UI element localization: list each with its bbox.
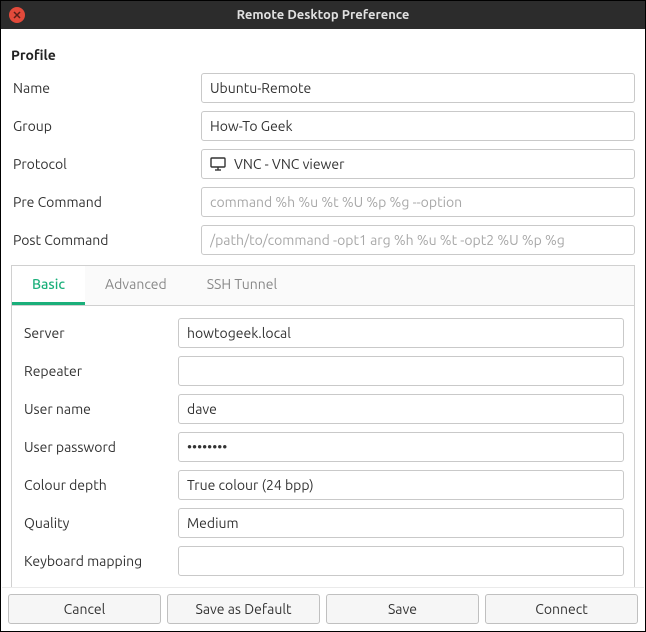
connect-button[interactable]: Connect bbox=[485, 594, 638, 624]
quality-label: Quality bbox=[22, 515, 178, 531]
keyboard-mapping-input[interactable] bbox=[178, 546, 624, 576]
profile-heading: Profile bbox=[11, 47, 635, 63]
colour-depth-select[interactable]: True colour (24 bpp) bbox=[178, 470, 624, 500]
user-password-input[interactable] bbox=[178, 432, 624, 462]
keyboard-mapping-label: Keyboard mapping bbox=[22, 553, 178, 569]
server-input[interactable] bbox=[178, 318, 624, 348]
monitor-icon bbox=[210, 157, 226, 171]
save-button[interactable]: Save bbox=[326, 594, 479, 624]
user-password-label: User password bbox=[22, 439, 178, 455]
group-label: Group bbox=[11, 118, 201, 134]
window-title: Remote Desktop Preference bbox=[1, 8, 645, 22]
colour-depth-value: True colour (24 bpp) bbox=[187, 477, 314, 493]
window-titlebar: Remote Desktop Preference bbox=[1, 1, 645, 29]
tab-basic[interactable]: Basic bbox=[12, 266, 85, 305]
protocol-select[interactable]: VNC - VNC viewer bbox=[201, 149, 635, 179]
quality-value: Medium bbox=[187, 515, 239, 531]
post-command-label: Post Command bbox=[11, 232, 201, 248]
user-name-label: User name bbox=[22, 401, 178, 417]
server-label: Server bbox=[22, 325, 178, 341]
user-name-input[interactable] bbox=[178, 394, 624, 424]
pre-command-label: Pre Command bbox=[11, 194, 201, 210]
settings-tabs: Basic Advanced SSH Tunnel Server Repeate… bbox=[11, 265, 635, 599]
quality-select[interactable]: Medium bbox=[178, 508, 624, 538]
button-bar: Cancel Save as Default Save Connect bbox=[2, 587, 644, 630]
protocol-label: Protocol bbox=[11, 156, 201, 172]
post-command-input[interactable] bbox=[201, 225, 635, 255]
protocol-value: VNC - VNC viewer bbox=[234, 156, 344, 172]
colour-depth-label: Colour depth bbox=[22, 477, 178, 493]
name-label: Name bbox=[11, 80, 201, 96]
group-input[interactable] bbox=[201, 111, 635, 141]
pre-command-input[interactable] bbox=[201, 187, 635, 217]
tab-ssh-tunnel[interactable]: SSH Tunnel bbox=[187, 266, 297, 305]
save-as-default-button[interactable]: Save as Default bbox=[167, 594, 320, 624]
cancel-button[interactable]: Cancel bbox=[8, 594, 161, 624]
close-icon[interactable] bbox=[9, 7, 25, 23]
repeater-input[interactable] bbox=[178, 356, 624, 386]
name-input[interactable] bbox=[201, 73, 635, 103]
repeater-label: Repeater bbox=[22, 363, 178, 379]
tab-advanced[interactable]: Advanced bbox=[85, 266, 187, 305]
